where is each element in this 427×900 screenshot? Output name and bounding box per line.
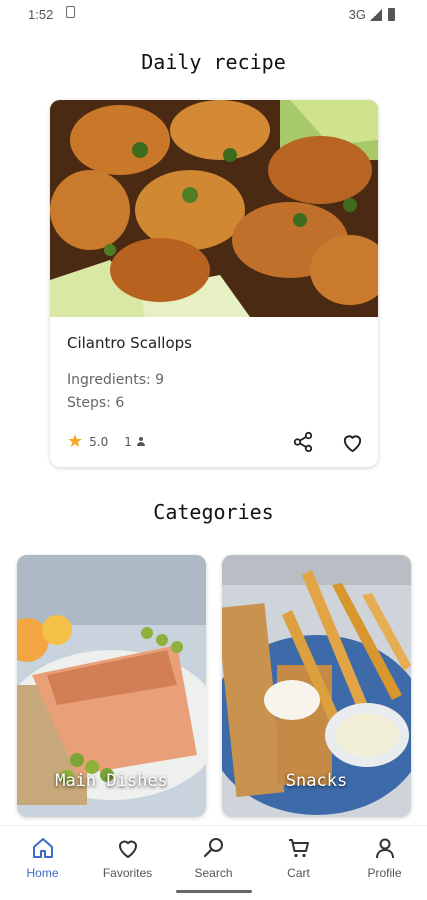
category-label-snacks: Snacks	[285, 771, 348, 791]
rating-value: 5.0	[89, 435, 109, 449]
person-icon	[136, 437, 146, 447]
network-type: 3G	[348, 7, 366, 22]
ingredients-count: Ingredients: 9	[67, 372, 165, 388]
steps-count: Steps: 6	[67, 395, 125, 411]
person-icon	[375, 838, 394, 859]
nav-label-cart: Cart	[287, 866, 310, 880]
share-icon	[293, 431, 313, 453]
share-button[interactable]	[290, 429, 316, 455]
daily-recipe-heading: Daily recipe	[141, 50, 286, 74]
nav-item-favorites[interactable]: Favorites	[85, 836, 170, 880]
nav-item-search[interactable]: Search	[171, 836, 256, 880]
nav-item-cart[interactable]: Cart	[256, 836, 341, 880]
rating-row: ★ 5.0 1	[67, 433, 146, 451]
status-bar: 1:52 3G	[0, 0, 427, 30]
battery-icon	[388, 8, 395, 21]
favorite-button[interactable]	[339, 429, 365, 455]
category-label-main-dishes: Main Dishes	[55, 771, 168, 791]
home-indicator[interactable]	[176, 890, 252, 893]
daily-recipe-card[interactable]: Cilantro Scallops Ingredients: 9 Steps: …	[50, 100, 378, 467]
nav-item-home[interactable]: Home	[0, 836, 85, 880]
cart-icon	[288, 839, 309, 858]
nav-label-home: Home	[26, 866, 59, 880]
nav-item-profile[interactable]: Profile	[342, 836, 427, 880]
heart-icon	[118, 840, 137, 858]
category-card-main-dishes[interactable]: Main Dishes	[17, 555, 206, 817]
home-icon	[32, 838, 53, 858]
nav-label-profile: Profile	[367, 866, 402, 880]
nav-label-search: Search	[194, 866, 233, 880]
sim-icon	[66, 6, 75, 18]
recipe-title: Cilantro Scallops	[67, 334, 192, 352]
category-card-snacks[interactable]: Snacks	[222, 555, 411, 817]
recipe-image	[50, 100, 378, 317]
status-time: 1:52	[28, 7, 54, 22]
heart-icon	[343, 434, 361, 452]
star-icon: ★	[67, 431, 84, 452]
nav-label-favorites: Favorites	[102, 866, 153, 880]
signal-icon	[370, 8, 382, 21]
bottom-navigation: Home Favorites Search Cart Profile	[0, 825, 427, 900]
search-icon	[203, 838, 223, 858]
categories-heading: Categories	[153, 500, 274, 524]
ratings-count: 1	[124, 435, 132, 449]
